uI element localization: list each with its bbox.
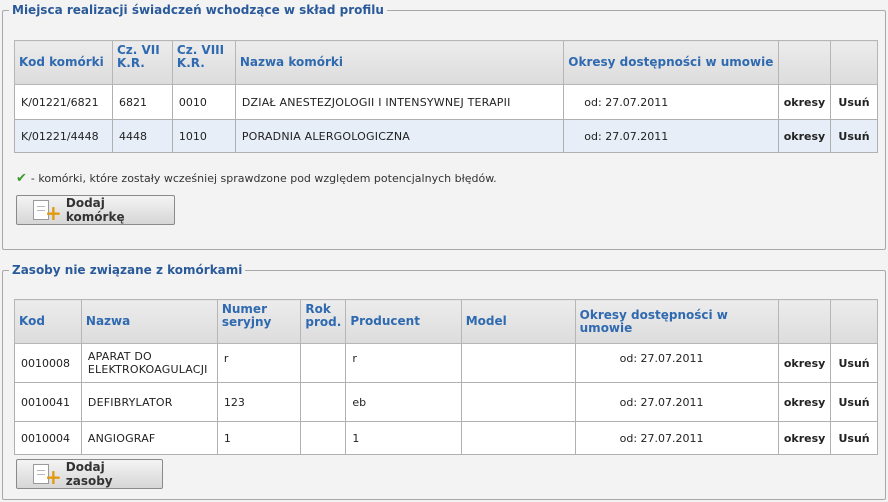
cell-rok [300, 382, 347, 422]
col-header-rok-prod: Rok prod. [300, 299, 347, 344]
cell-model [460, 382, 576, 422]
col-header-action2 [829, 40, 879, 85]
cells-table: Kod komórki Cz. VII K.R. Cz. VIII K.R. N… [14, 40, 879, 153]
resources-table: Kod Nazwa Numer seryjny Rok prod. Produc… [14, 299, 878, 455]
table-row: 0010004 ANGIOGRAF 1 1 od: 27.07.2011 okr… [14, 421, 878, 455]
col-header-nazwa-komorki: Nazwa komórki [234, 40, 565, 85]
usun-link[interactable]: Usuń [829, 84, 879, 120]
cell-okresy: od: 27.07.2011 [563, 84, 779, 120]
cells-section-legend: Miejsca realizacji świadczeń wchodzące w… [9, 2, 387, 18]
col-header-nazwa: Nazwa [80, 299, 218, 344]
table-header-row: Kod komórki Cz. VII K.R. Cz. VIII K.R. N… [14, 40, 879, 85]
table-row: 0010008 APARAT DO ELEKTROKOAGULACJI r r … [14, 343, 878, 383]
add-cell-button-label: Dodaj komórkę [65, 196, 125, 224]
add-document-icon: + [31, 463, 62, 487]
cell-kod: K/01221/4448 [14, 119, 113, 153]
cell-okresy: od: 27.07.2011 [574, 382, 780, 422]
cells-fieldset: Miejsca realizacji świadczeń wchodzące w… [2, 2, 886, 250]
col-header-numer-seryjny: Numer seryjny [216, 299, 302, 344]
usun-link[interactable]: Usuń [829, 119, 879, 153]
col-header-cz8: Cz. VIII K.R. [171, 40, 236, 85]
col-header-kod: Kod [14, 299, 82, 344]
add-document-icon: + [31, 199, 62, 223]
col-header-action1 [777, 40, 831, 85]
cell-cz8: 0010 [171, 84, 236, 120]
verified-note: ✔ - komórki, które zostały wcześniej spr… [16, 171, 497, 186]
cell-producent: 1 [345, 421, 462, 455]
cell-cz7: 6821 [111, 84, 173, 120]
add-resources-button[interactable]: + Dodaj zasoby [16, 459, 163, 489]
cell-numer: r [216, 343, 302, 383]
cell-okresy: od: 27.07.2011 [574, 343, 780, 383]
resources-fieldset: Zasoby nie związane z komórkami Kod Nazw… [2, 262, 886, 500]
cell-producent: eb [345, 382, 462, 422]
cell-nazwa: APARAT DO ELEKTROKOAGULACJI [80, 343, 218, 383]
cell-okresy: od: 27.07.2011 [574, 421, 780, 455]
col-header-okresy: Okresy dostępności w umowie [574, 299, 780, 344]
cell-nazwa: ANGIOGRAF [80, 421, 218, 455]
table-row: K/01221/4448 4448 1010 PORADNIA ALERGOLO… [14, 119, 879, 153]
usun-link[interactable]: Usuń [830, 382, 878, 422]
col-header-action1 [778, 299, 832, 344]
cell-producent: r [345, 343, 462, 383]
cell-rok [300, 421, 347, 455]
okresy-link[interactable]: okresy [777, 84, 831, 120]
cell-model [460, 343, 576, 383]
cell-model [460, 421, 576, 455]
table-row: K/01221/6821 6821 0010 DZIAŁ ANESTEZJOLO… [14, 84, 879, 120]
cell-kod: 0010004 [14, 421, 82, 455]
cell-kod: 0010008 [14, 343, 82, 383]
cell-nazwa: DEFIBRYLATOR [80, 382, 218, 422]
checkmark-icon: ✔ [16, 171, 27, 186]
add-cell-button[interactable]: + Dodaj komórkę [16, 195, 175, 225]
cell-cz8: 1010 [171, 119, 236, 153]
okresy-link[interactable]: okresy [778, 421, 832, 455]
cell-rok [300, 343, 347, 383]
verified-note-text: - komórki, które zostały wcześniej spraw… [30, 172, 497, 185]
add-resources-button-label: Dodaj zasoby [65, 460, 113, 488]
cell-kod: K/01221/6821 [14, 84, 113, 120]
cell-numer: 1 [216, 421, 302, 455]
okresy-link[interactable]: okresy [777, 119, 831, 153]
col-header-kod-komorki: Kod komórki [14, 40, 113, 85]
okresy-link[interactable]: okresy [778, 343, 832, 383]
col-header-okresy: Okresy dostępności w umowie [563, 40, 779, 85]
usun-link[interactable]: Usuń [830, 343, 878, 383]
resources-section-legend: Zasoby nie związane z komórkami [9, 262, 246, 278]
usun-link[interactable]: Usuń [830, 421, 878, 455]
col-header-cz7: Cz. VII K.R. [111, 40, 173, 85]
cell-kod: 0010041 [14, 382, 82, 422]
cell-nazwa: PORADNIA ALERGOLOGICZNA [234, 119, 565, 153]
col-header-model: Model [460, 299, 576, 344]
col-header-producent: Producent [345, 299, 462, 344]
cell-numer: 123 [216, 382, 302, 422]
table-row: 0010041 DEFIBRYLATOR 123 eb od: 27.07.20… [14, 382, 878, 422]
cell-nazwa: DZIAŁ ANESTEZJOLOGII I INTENSYWNEJ TERAP… [234, 84, 565, 120]
cell-okresy: od: 27.07.2011 [563, 119, 779, 153]
cell-cz7: 4448 [111, 119, 173, 153]
col-header-action2 [830, 299, 878, 344]
okresy-link[interactable]: okresy [778, 382, 832, 422]
table-header-row: Kod Nazwa Numer seryjny Rok prod. Produc… [14, 299, 878, 344]
